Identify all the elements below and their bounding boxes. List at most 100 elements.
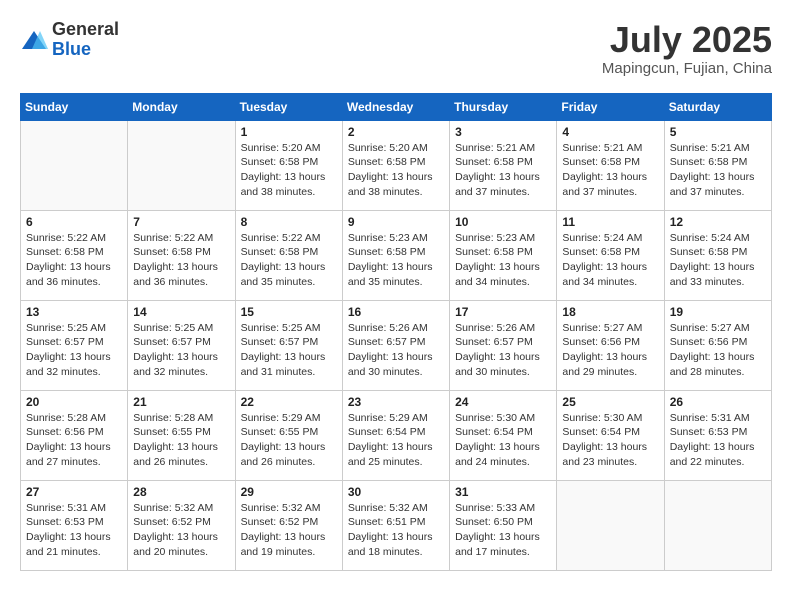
day-number: 13 — [26, 305, 122, 319]
day-number: 3 — [455, 125, 551, 139]
calendar-cell: 1Sunrise: 5:20 AMSunset: 6:58 PMDaylight… — [235, 120, 342, 210]
calendar-cell: 9 Sunrise: 5:23 AMSunset: 6:58 PMDaylight… — [342, 210, 449, 300]
calendar-cell: 24 Sunrise: 5:30 AMSunset: 6:54 PMDayligh… — [450, 390, 557, 480]
day-number: 2 — [348, 125, 444, 139]
calendar-cell: 15 Sunrise: 5:25 AMSunset: 6:57 PMDayligh… — [235, 300, 342, 390]
calendar-cell: 30 Sunrise: 5:32 AMSunset: 6:51 PMDayligh… — [342, 480, 449, 570]
day-info: Sunrise: 5:29 AMSunset: 6:54 PMDaylight:… — [348, 411, 444, 470]
calendar-week-row: 6Sunrise: 5:22 AMSunset: 6:58 PMDaylight… — [21, 210, 772, 300]
day-number: 31 — [455, 485, 551, 499]
calendar-cell: 14 Sunrise: 5:25 AMSunset: 6:57 PMDayligh… — [128, 300, 235, 390]
day-info: Sunrise: 5:25 AMSunset: 6:57 PMDaylight:… — [26, 321, 122, 380]
calendar-cell: 10Sunrise: 5:23 AMSunset: 6:58 PMDayligh… — [450, 210, 557, 300]
day-number: 23 — [348, 395, 444, 409]
calendar-cell: 2 Sunrise: 5:20 AMSunset: 6:58 PMDaylight… — [342, 120, 449, 210]
day-number: 9 — [348, 215, 444, 229]
calendar-cell: 16Sunrise: 5:26 AMSunset: 6:57 PMDayligh… — [342, 300, 449, 390]
day-number: 12 — [670, 215, 766, 229]
day-number: 19 — [670, 305, 766, 319]
logo-general: General — [52, 20, 119, 40]
day-number: 27 — [26, 485, 122, 499]
weekday-header: Wednesday — [342, 93, 449, 120]
calendar-cell: 12 Sunrise: 5:24 AMSunset: 6:58 PMDayligh… — [664, 210, 771, 300]
calendar-week-row: 13 Sunrise: 5:25 AMSunset: 6:57 PMDayligh… — [21, 300, 772, 390]
day-number: 20 — [26, 395, 122, 409]
calendar-header-row: SundayMondayTuesdayWednesdayThursdayFrid… — [21, 93, 772, 120]
calendar-cell — [128, 120, 235, 210]
calendar-cell: 23 Sunrise: 5:29 AMSunset: 6:54 PMDayligh… — [342, 390, 449, 480]
logo-text: General Blue — [52, 20, 119, 60]
day-number: 28 — [133, 485, 229, 499]
day-number: 25 — [562, 395, 658, 409]
day-number: 21 — [133, 395, 229, 409]
day-info: Sunrise: 5:23 AMSunset: 6:58 PMDaylight:… — [348, 231, 444, 290]
calendar-cell: 22 Sunrise: 5:29 AMSunset: 6:55 PMDayligh… — [235, 390, 342, 480]
calendar: SundayMondayTuesdayWednesdayThursdayFrid… — [20, 93, 772, 571]
day-info: Sunrise: 5:21 AMSunset: 6:58 PMDaylight:… — [455, 141, 551, 200]
day-number: 30 — [348, 485, 444, 499]
calendar-cell: 26Sunrise: 5:31 AMSunset: 6:53 PMDayligh… — [664, 390, 771, 480]
calendar-cell — [664, 480, 771, 570]
day-info: Sunrise: 5:23 AMSunset: 6:58 PMDaylight:… — [455, 231, 551, 290]
calendar-week-row: 27 Sunrise: 5:31 AMSunset: 6:53 PMDayligh… — [21, 480, 772, 570]
calendar-cell: 6Sunrise: 5:22 AMSunset: 6:58 PMDaylight… — [21, 210, 128, 300]
day-info: Sunrise: 5:28 AMSunset: 6:55 PMDaylight:… — [133, 411, 229, 470]
weekday-header: Thursday — [450, 93, 557, 120]
calendar-cell: 5Sunrise: 5:21 AMSunset: 6:58 PMDaylight… — [664, 120, 771, 210]
day-info: Sunrise: 5:22 AMSunset: 6:58 PMDaylight:… — [241, 231, 337, 290]
day-info: Sunrise: 5:20 AMSunset: 6:58 PMDaylight:… — [241, 141, 337, 200]
calendar-week-row: 20 Sunrise: 5:28 AMSunset: 6:56 PMDayligh… — [21, 390, 772, 480]
day-number: 14 — [133, 305, 229, 319]
logo-icon — [20, 27, 48, 55]
day-info: Sunrise: 5:21 AMSunset: 6:58 PMDaylight:… — [670, 141, 766, 200]
day-number: 15 — [241, 305, 337, 319]
calendar-week-row: 1Sunrise: 5:20 AMSunset: 6:58 PMDaylight… — [21, 120, 772, 210]
day-number: 29 — [241, 485, 337, 499]
day-info: Sunrise: 5:25 AMSunset: 6:57 PMDaylight:… — [133, 321, 229, 380]
calendar-cell: 7 Sunrise: 5:22 AMSunset: 6:58 PMDaylight… — [128, 210, 235, 300]
day-number: 8 — [241, 215, 337, 229]
calendar-cell: 29 Sunrise: 5:32 AMSunset: 6:52 PMDayligh… — [235, 480, 342, 570]
day-info: Sunrise: 5:31 AMSunset: 6:53 PMDaylight:… — [26, 501, 122, 560]
day-info: Sunrise: 5:31 AMSunset: 6:53 PMDaylight:… — [670, 411, 766, 470]
calendar-cell: 20 Sunrise: 5:28 AMSunset: 6:56 PMDayligh… — [21, 390, 128, 480]
weekday-header: Saturday — [664, 93, 771, 120]
calendar-cell: 13 Sunrise: 5:25 AMSunset: 6:57 PMDayligh… — [21, 300, 128, 390]
day-info: Sunrise: 5:26 AMSunset: 6:57 PMDaylight:… — [455, 321, 551, 380]
location: Mapingcun, Fujian, China — [602, 60, 772, 77]
calendar-cell — [557, 480, 664, 570]
calendar-cell: 3 Sunrise: 5:21 AMSunset: 6:58 PMDaylight… — [450, 120, 557, 210]
calendar-cell: 25 Sunrise: 5:30 AMSunset: 6:54 PMDayligh… — [557, 390, 664, 480]
calendar-cell: 28Sunrise: 5:32 AMSunset: 6:52 PMDayligh… — [128, 480, 235, 570]
logo: General Blue — [20, 20, 119, 60]
day-info: Sunrise: 5:22 AMSunset: 6:58 PMDaylight:… — [26, 231, 122, 290]
day-number: 4 — [562, 125, 658, 139]
calendar-cell: 19 Sunrise: 5:27 AMSunset: 6:56 PMDayligh… — [664, 300, 771, 390]
weekday-header: Sunday — [21, 93, 128, 120]
day-info: Sunrise: 5:29 AMSunset: 6:55 PMDaylight:… — [241, 411, 337, 470]
calendar-cell: 17Sunrise: 5:26 AMSunset: 6:57 PMDayligh… — [450, 300, 557, 390]
day-info: Sunrise: 5:24 AMSunset: 6:58 PMDaylight:… — [562, 231, 658, 290]
day-number: 24 — [455, 395, 551, 409]
day-info: Sunrise: 5:25 AMSunset: 6:57 PMDaylight:… — [241, 321, 337, 380]
day-number: 22 — [241, 395, 337, 409]
calendar-cell: 27 Sunrise: 5:31 AMSunset: 6:53 PMDayligh… — [21, 480, 128, 570]
month-title: July 2025 — [602, 20, 772, 60]
weekday-header: Friday — [557, 93, 664, 120]
day-info: Sunrise: 5:30 AMSunset: 6:54 PMDaylight:… — [562, 411, 658, 470]
day-info: Sunrise: 5:24 AMSunset: 6:58 PMDaylight:… — [670, 231, 766, 290]
title-section: July 2025 Mapingcun, Fujian, China — [602, 20, 772, 77]
day-info: Sunrise: 5:30 AMSunset: 6:54 PMDaylight:… — [455, 411, 551, 470]
day-info: Sunrise: 5:32 AMSunset: 6:51 PMDaylight:… — [348, 501, 444, 560]
day-number: 7 — [133, 215, 229, 229]
day-info: Sunrise: 5:28 AMSunset: 6:56 PMDaylight:… — [26, 411, 122, 470]
day-info: Sunrise: 5:27 AMSunset: 6:56 PMDaylight:… — [670, 321, 766, 380]
weekday-header: Monday — [128, 93, 235, 120]
day-info: Sunrise: 5:20 AMSunset: 6:58 PMDaylight:… — [348, 141, 444, 200]
day-info: Sunrise: 5:26 AMSunset: 6:57 PMDaylight:… — [348, 321, 444, 380]
logo-blue: Blue — [52, 40, 119, 60]
day-info: Sunrise: 5:22 AMSunset: 6:58 PMDaylight:… — [133, 231, 229, 290]
day-info: Sunrise: 5:32 AMSunset: 6:52 PMDaylight:… — [241, 501, 337, 560]
calendar-cell: 21 Sunrise: 5:28 AMSunset: 6:55 PMDayligh… — [128, 390, 235, 480]
day-info: Sunrise: 5:33 AMSunset: 6:50 PMDaylight:… — [455, 501, 551, 560]
